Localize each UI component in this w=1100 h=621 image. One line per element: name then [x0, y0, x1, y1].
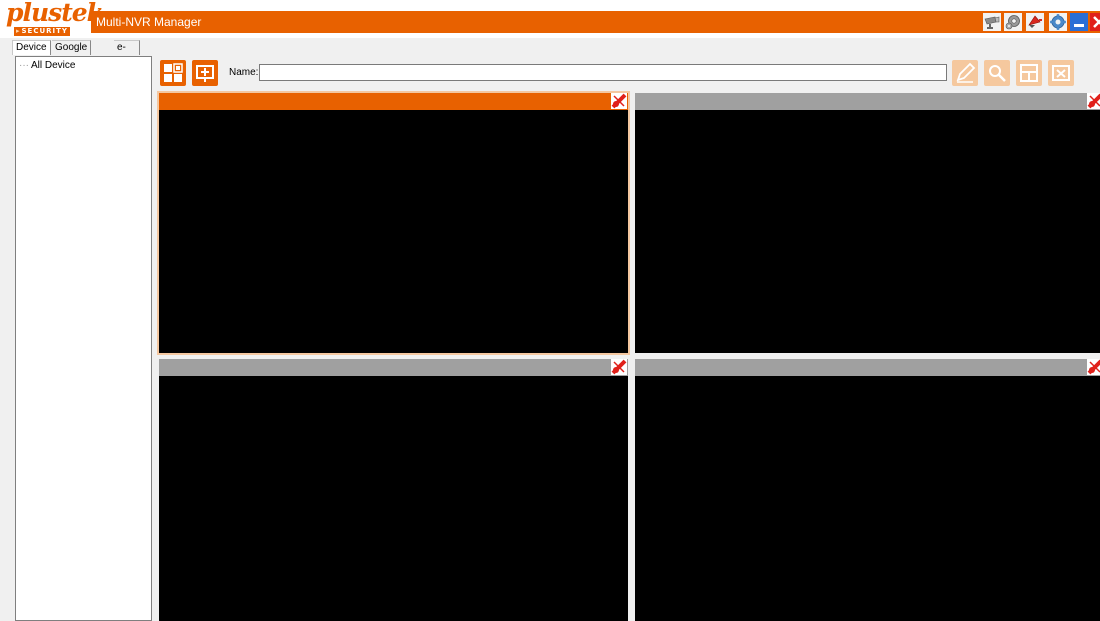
logo-wordmark: plustek: [6, 0, 104, 27]
title-bar: plustek ▸ SECURITY Multi-NVR Manager: [0, 0, 1100, 38]
settings-gear-icon[interactable]: [1004, 13, 1022, 31]
video-screen[interactable]: [159, 110, 628, 353]
video-screen[interactable]: [635, 376, 1100, 621]
camera-icon[interactable]: [983, 13, 1001, 31]
logo-security-text: SECURITY: [21, 27, 68, 35]
close-icon[interactable]: [1090, 13, 1100, 31]
video-screen[interactable]: [635, 110, 1100, 353]
video-pane-header: [635, 93, 1100, 110]
add-device-icon: [196, 65, 214, 82]
video-screen[interactable]: [159, 376, 628, 621]
video-pane-header: [159, 359, 628, 376]
alarm-icon[interactable]: [1026, 13, 1044, 31]
disconnect-icon[interactable]: [611, 359, 627, 375]
app-window: plustek ▸ SECURITY Multi-NVR Manager Dev…: [0, 0, 1100, 621]
title-strip: Multi-NVR Manager: [91, 11, 980, 33]
tab-e-map[interactable]: e-Map: [114, 40, 141, 67]
delete-icon: [1052, 65, 1070, 81]
video-pane-header: [635, 359, 1100, 376]
video-pane-4[interactable]: [635, 359, 1100, 621]
disconnect-icon[interactable]: [1087, 359, 1100, 375]
video-pane-1[interactable]: [157, 91, 630, 355]
name-input[interactable]: [259, 64, 947, 81]
disconnect-icon[interactable]: [611, 93, 627, 109]
tab-google-map[interactable]: Google Map: [52, 40, 92, 67]
delete-button[interactable]: [1048, 60, 1074, 86]
search-icon: [989, 65, 1006, 82]
title-icon-group: [980, 11, 1100, 33]
video-pane-header: [159, 93, 628, 110]
layout-grid-button[interactable]: [160, 60, 186, 86]
search-button[interactable]: [984, 60, 1010, 86]
layout-grid-icon: [164, 63, 183, 82]
layout-button[interactable]: [1016, 60, 1042, 86]
video-pane-2[interactable]: [635, 93, 1100, 353]
device-tree-panel: ··· All Device: [15, 56, 152, 621]
disconnect-icon[interactable]: [1087, 93, 1100, 109]
tree-connector: ···: [19, 60, 29, 71]
name-label: Name:: [229, 67, 259, 78]
minimize-icon[interactable]: [1070, 13, 1088, 31]
layout-icon: [1020, 64, 1038, 82]
tree-item-label: All Device: [31, 60, 76, 71]
edit-button[interactable]: [952, 60, 978, 86]
tab-device-label: Device: [16, 42, 47, 53]
logo-security-bar: ▸ SECURITY: [14, 27, 70, 36]
edit-icon: [956, 62, 976, 83]
add-device-button[interactable]: [192, 60, 218, 86]
plustek-logo: plustek ▸ SECURITY: [6, 0, 104, 36]
tree-item-all-device[interactable]: ··· All Device: [19, 60, 75, 71]
options-icon[interactable]: [1049, 13, 1067, 31]
app-title: Multi-NVR Manager: [96, 15, 202, 29]
tab-device[interactable]: Device: [12, 40, 51, 55]
video-pane-3[interactable]: [159, 359, 628, 621]
